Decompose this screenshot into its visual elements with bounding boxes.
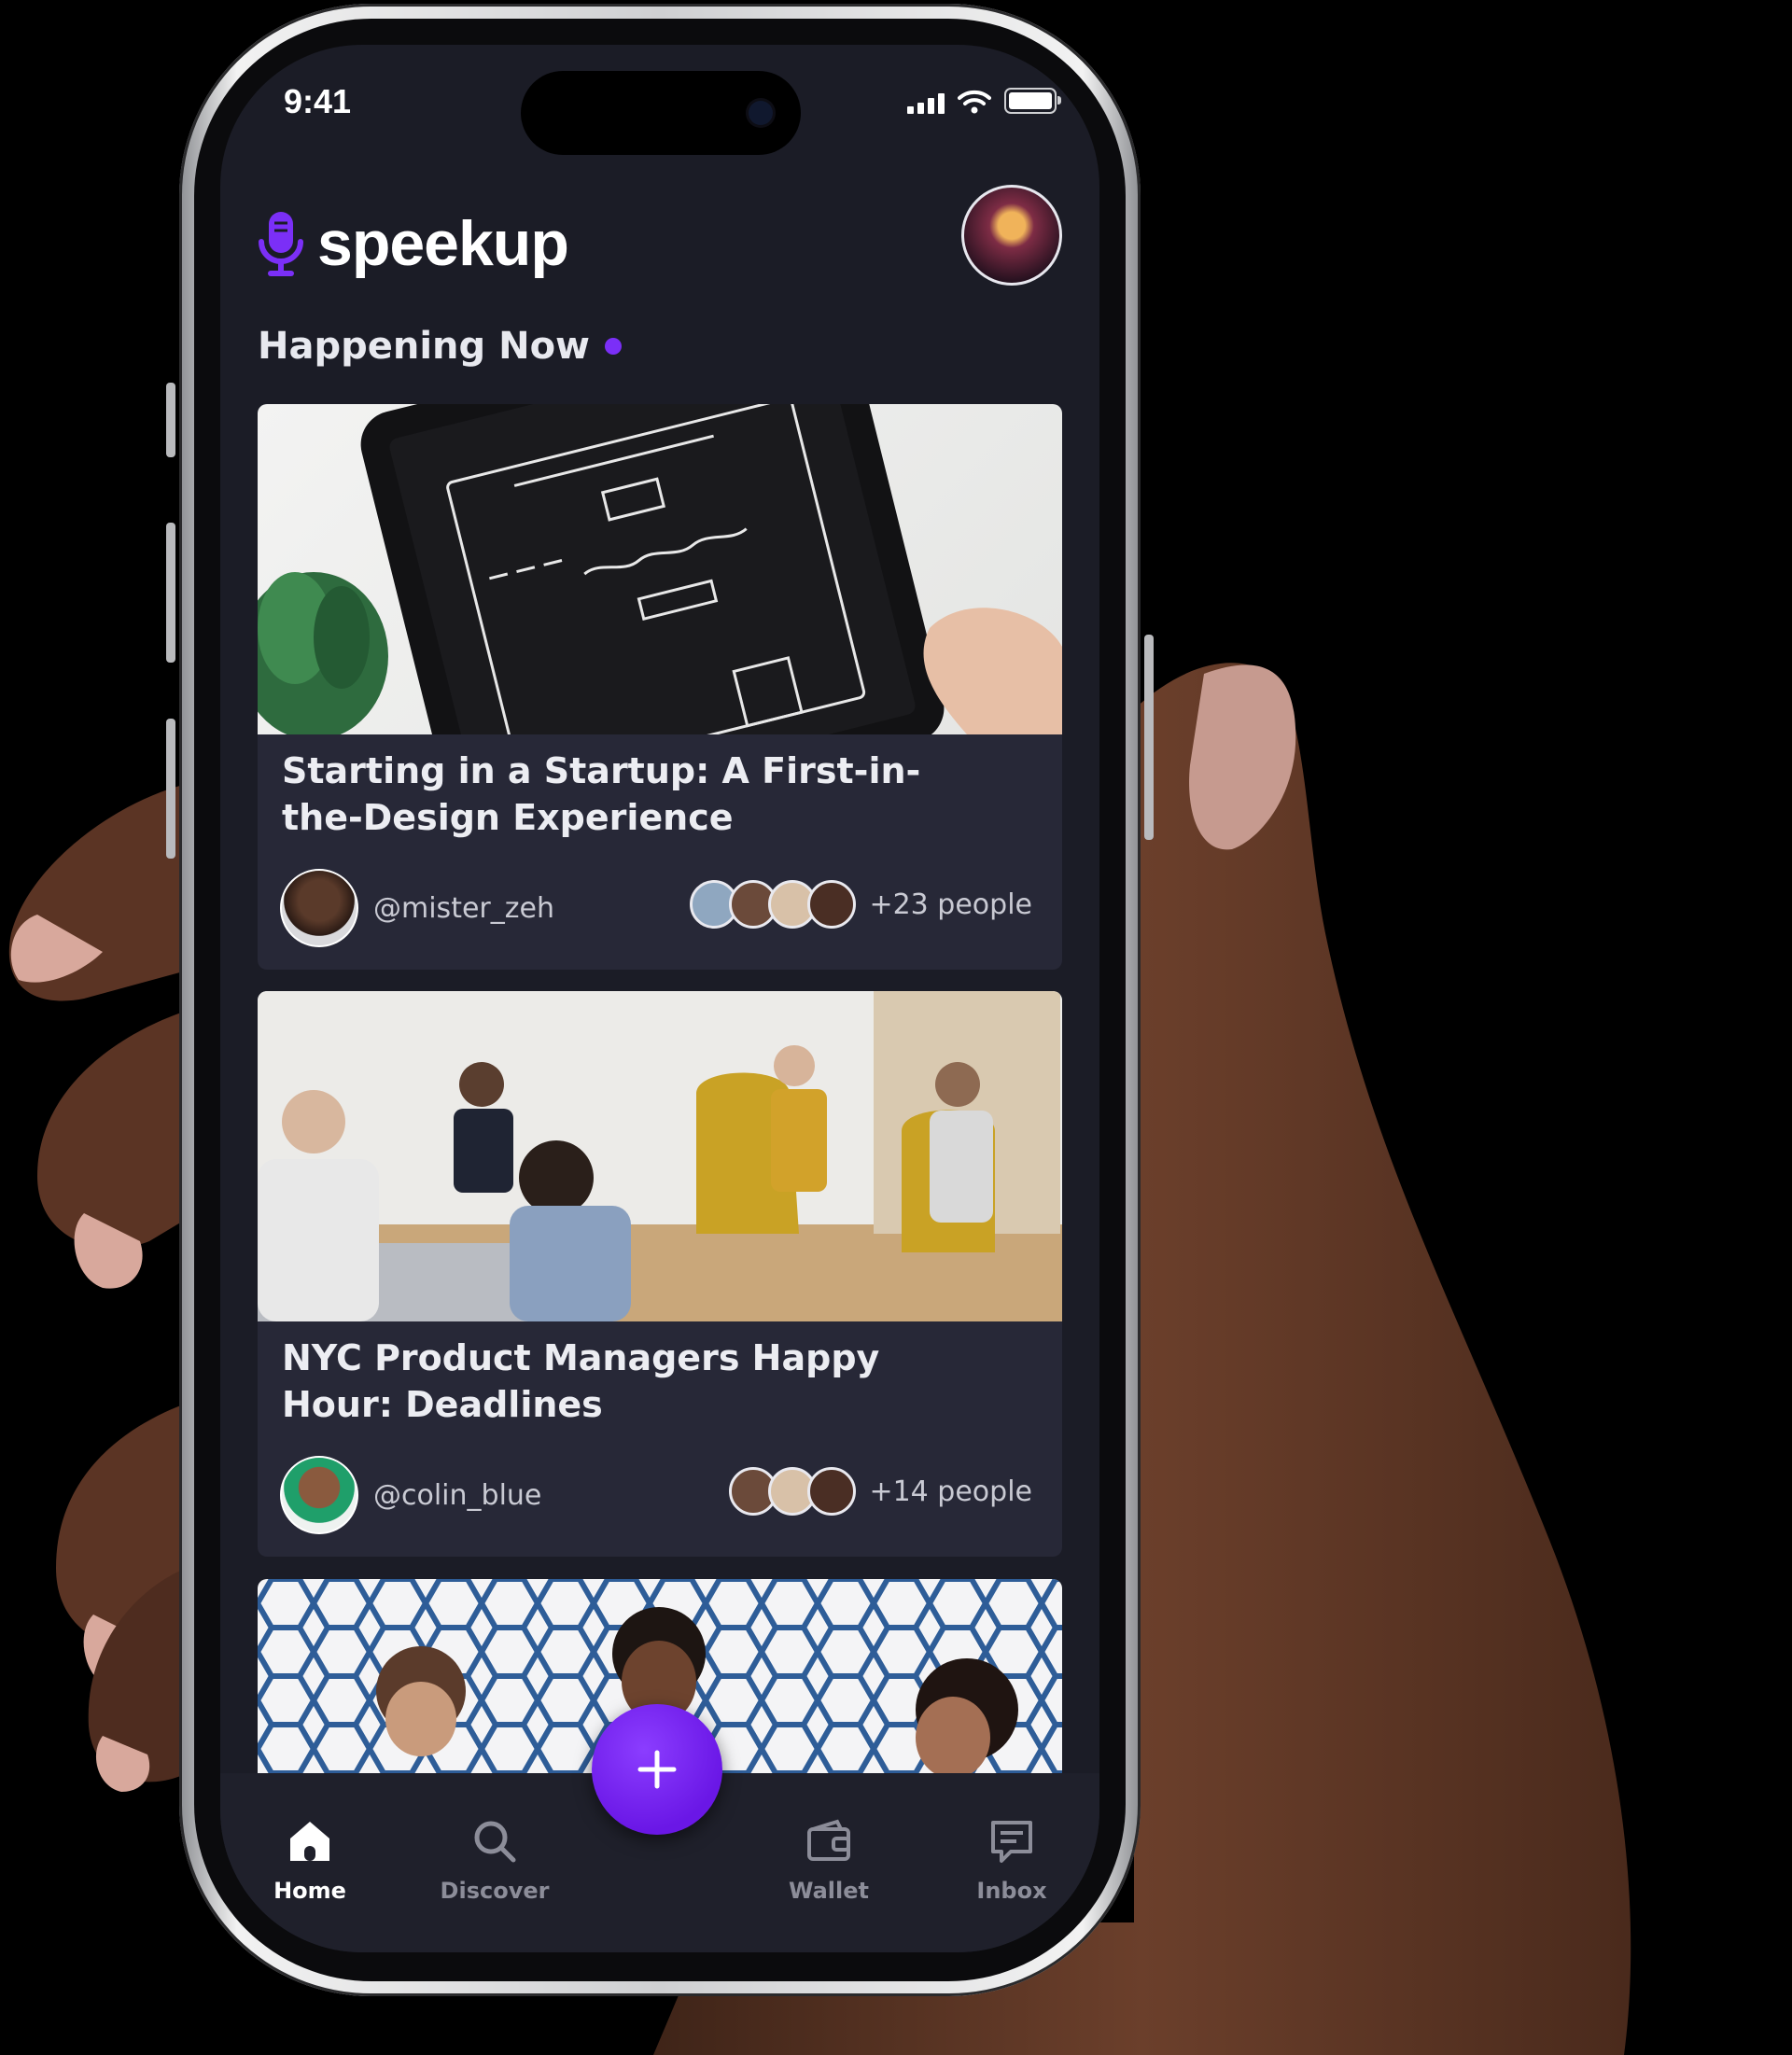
event-card[interactable]: NYC Product Managers Happy Hour: Deadlin… <box>258 991 1062 1557</box>
attendees[interactable]: +14 people <box>729 1467 1032 1516</box>
tab-discover[interactable]: Discover <box>429 1818 560 1904</box>
microphone-icon <box>259 212 303 276</box>
attendee-count: +23 people <box>869 888 1032 921</box>
status-time: 9:41 <box>284 82 352 120</box>
event-image <box>258 404 1062 734</box>
status-bar: 9:41 <box>220 45 1099 155</box>
host-username: @mister_zeh <box>373 891 554 925</box>
event-host[interactable]: @colin_blue <box>280 1456 541 1534</box>
inbox-icon <box>991 1821 1032 1863</box>
tab-label: Inbox <box>976 1878 1047 1904</box>
battery-icon <box>1004 88 1061 114</box>
search-icon <box>474 1821 516 1863</box>
tab-label: Home <box>273 1878 346 1904</box>
app-logo[interactable]: speekup <box>258 207 569 280</box>
plus-icon <box>637 1750 677 1789</box>
event-title: Starting in a Startup: A First-in-the-De… <box>282 750 921 838</box>
dynamic-island <box>521 71 801 155</box>
live-indicator-icon <box>605 338 622 355</box>
event-image <box>258 991 1062 1321</box>
tab-wallet[interactable]: Wallet <box>763 1818 894 1904</box>
plant-decoration <box>258 572 388 734</box>
signal-icon <box>907 91 945 114</box>
attendees[interactable]: +23 people <box>690 880 1032 929</box>
tab-inbox[interactable]: Inbox <box>946 1818 1077 1904</box>
event-title: NYC Product Managers Happy Hour: Deadlin… <box>282 1337 880 1425</box>
app-name: speekup <box>317 208 569 279</box>
event-host[interactable]: @mister_zeh <box>280 869 554 947</box>
wallet-icon <box>807 1819 850 1861</box>
attendee-avatar <box>807 1467 857 1516</box>
attendee-count: +14 people <box>869 1475 1032 1508</box>
host-username: @colin_blue <box>373 1478 542 1512</box>
host-avatar <box>280 869 358 947</box>
app-screen: 9:41 speekup Happening Now Starting in a… <box>220 45 1099 1952</box>
tab-label: Wallet <box>788 1878 869 1904</box>
home-icon <box>290 1822 329 1861</box>
section-title: Happening Now <box>258 325 622 368</box>
section-title-text: Happening Now <box>258 325 590 368</box>
tab-home[interactable]: Home <box>245 1818 375 1904</box>
app-header: speekup <box>220 185 1099 306</box>
camera-icon <box>749 101 773 125</box>
event-card[interactable]: Starting in a Startup: A First-in-the-De… <box>258 404 1062 970</box>
wifi-icon <box>958 90 991 114</box>
create-room-button[interactable] <box>592 1704 722 1835</box>
attendee-avatar <box>807 880 857 929</box>
profile-avatar[interactable] <box>961 185 1062 286</box>
host-avatar <box>280 1456 358 1534</box>
tab-label: Discover <box>440 1878 550 1904</box>
